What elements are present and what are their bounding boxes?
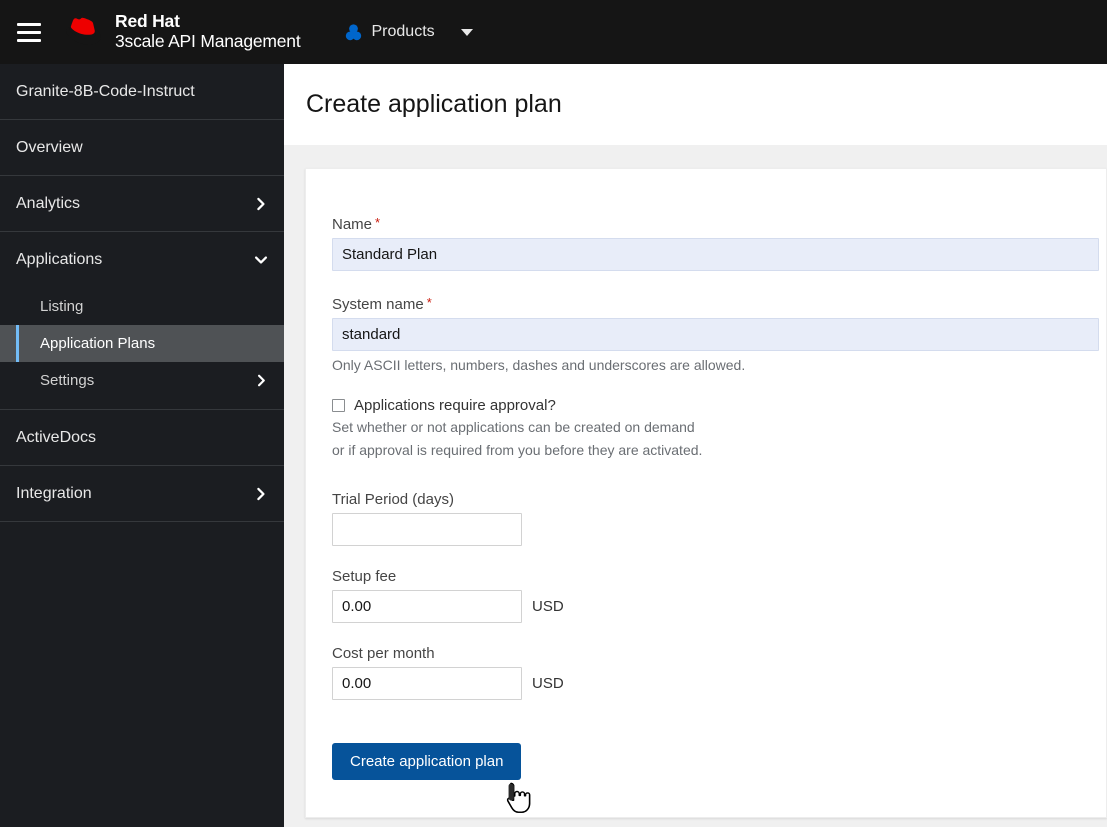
sidebar-subitem-label: Listing bbox=[40, 298, 84, 315]
hamburger-bar bbox=[17, 38, 41, 42]
sidebar-item-overview[interactable]: Overview bbox=[0, 120, 284, 176]
brand-name: Red Hat bbox=[115, 11, 180, 32]
page-header: Create application plan bbox=[284, 64, 1107, 145]
sidebar-item-integration[interactable]: Integration bbox=[0, 466, 284, 522]
setup-fee-input[interactable] bbox=[332, 590, 522, 624]
field-name: Name * bbox=[332, 215, 1106, 271]
create-application-plan-button[interactable]: Create application plan bbox=[332, 743, 522, 781]
cost-per-month-label: Cost per month bbox=[332, 645, 435, 663]
approval-checkbox-row[interactable]: Applications require approval? bbox=[332, 397, 1106, 414]
approval-checkbox[interactable] bbox=[332, 399, 345, 412]
sidebar-item-applications[interactable]: Applications bbox=[0, 232, 284, 288]
system-name-label: System name * bbox=[332, 295, 1106, 313]
red-hat-logo-icon bbox=[66, 17, 101, 45]
products-label: Products bbox=[371, 23, 435, 40]
chevron-right-icon bbox=[257, 197, 265, 210]
sidebar-subnav-applications: Listing Application Plans Settings bbox=[0, 288, 284, 410]
masthead: Red Hat 3scale API Management Products bbox=[0, 0, 1107, 64]
trial-period-label: Trial Period (days) bbox=[332, 491, 454, 509]
sidebar-item-label: Applications bbox=[16, 251, 103, 268]
brand-product-name: 3scale API Management bbox=[115, 31, 301, 51]
setup-fee-row: USD bbox=[332, 590, 1106, 624]
sidebar-item-settings[interactable]: Settings bbox=[0, 362, 284, 399]
cost-per-month-currency: USD bbox=[532, 675, 564, 693]
name-label: Name * bbox=[332, 215, 1106, 233]
field-trial-period: Trial Period (days) bbox=[332, 491, 1106, 547]
sidebar-item-label: Analytics bbox=[16, 194, 81, 212]
sidebar-item-product[interactable]: Granite-8B-Code-Instruct bbox=[0, 64, 284, 120]
sidebar-item-label: Granite-8B-Code-Instruct bbox=[16, 82, 195, 100]
cost-per-month-row: USD bbox=[332, 667, 1106, 701]
sidebar-item-label: ActiveDocs bbox=[16, 428, 97, 446]
sidebar-item-activedocs[interactable]: ActiveDocs bbox=[0, 410, 284, 466]
field-system-name: System name* Only ASCII letters, numbers… bbox=[332, 295, 1106, 373]
field-setup-fee: Setup fee USD bbox=[332, 568, 1106, 624]
setup-fee-currency: USD bbox=[532, 598, 564, 616]
hamburger-bar bbox=[17, 22, 41, 26]
chevron-right-icon bbox=[258, 374, 265, 387]
sidebar-item-application-plans[interactable]: Application Plans bbox=[0, 325, 284, 362]
page-title: Create application plan bbox=[306, 90, 562, 118]
name-label-text: Name bbox=[332, 216, 373, 233]
system-name-label-text: System name bbox=[332, 296, 424, 313]
sidebar-item-label: Integration bbox=[16, 484, 92, 502]
sidebar-item-label: Overview bbox=[16, 138, 83, 156]
system-name-input[interactable] bbox=[332, 318, 1099, 351]
required-marker: * bbox=[375, 215, 381, 230]
setup-fee-label: Setup fee bbox=[332, 568, 397, 586]
products-dropdown[interactable]: Products bbox=[344, 23, 473, 42]
main-content: Create application plan Name* System nam… bbox=[284, 64, 1107, 827]
hamburger-bar bbox=[17, 30, 41, 34]
approval-helper-line-1: Set whether or not applications can be c… bbox=[332, 419, 695, 435]
cube-cluster-icon bbox=[345, 23, 361, 40]
caret-down-icon bbox=[460, 28, 473, 36]
brand-text: Red Hat 3scale API Management bbox=[115, 12, 301, 51]
sidebar-nav: Granite-8B-Code-Instruct Overview Analyt… bbox=[0, 64, 284, 827]
sidebar-item-listing[interactable]: Listing bbox=[0, 288, 284, 325]
cost-per-month-input[interactable] bbox=[332, 667, 522, 701]
name-input[interactable] bbox=[332, 238, 1099, 271]
chevron-right-icon bbox=[257, 487, 265, 500]
sidebar-item-analytics[interactable]: Analytics bbox=[0, 176, 284, 232]
create-application-plan-form: Name* System name* Only ASCII letters, n… bbox=[306, 169, 1106, 781]
trial-period-input[interactable] bbox=[332, 513, 522, 547]
sidebar-subitem-label: Settings bbox=[40, 372, 95, 389]
form-card: Name* System name* Only ASCII letters, n… bbox=[305, 168, 1107, 818]
field-cost-per-month: Cost per month USD bbox=[332, 645, 1106, 701]
required-marker: * bbox=[426, 295, 432, 310]
hamburger-menu-icon[interactable] bbox=[6, 9, 52, 55]
chevron-down-icon bbox=[254, 256, 268, 264]
brand-logo-link[interactable]: Red Hat 3scale API Management bbox=[66, 12, 301, 51]
submit-row: Create application plan bbox=[332, 743, 1106, 781]
system-name-helper-text: Only ASCII letters, numbers, dashes and … bbox=[332, 357, 746, 373]
approval-checkbox-label: Applications require approval? bbox=[354, 397, 556, 414]
approval-helper-line-2: or if approval is required from you befo… bbox=[332, 441, 703, 458]
sidebar-subitem-label: Application Plans bbox=[40, 335, 156, 352]
